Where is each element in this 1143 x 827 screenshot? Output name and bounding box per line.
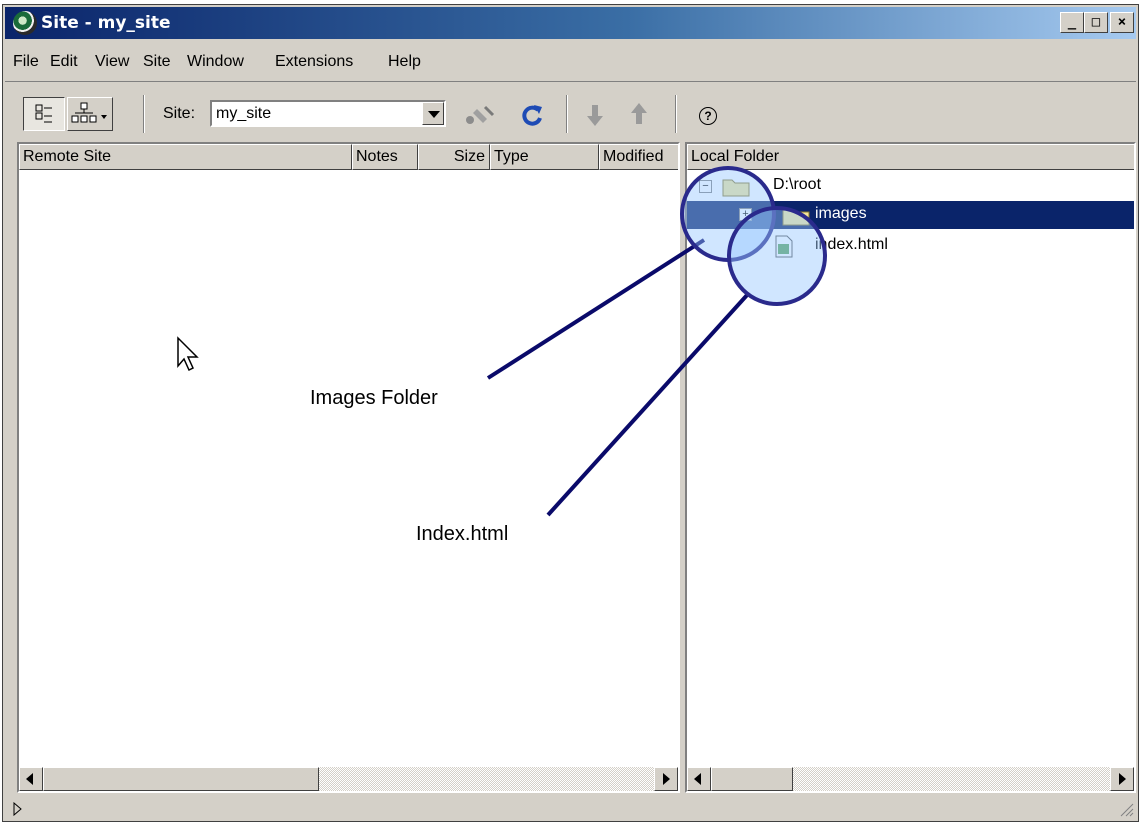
magnifier-circle-index: [727, 206, 827, 306]
callout-line-index: [546, 292, 750, 517]
annotation-images-folder: Images Folder: [310, 387, 438, 409]
callout-line-images: [486, 238, 706, 380]
mouse-cursor-icon: [177, 336, 199, 372]
annotation-index-html: Index.html: [416, 523, 509, 545]
annotation-overlay: [177, 166, 827, 517]
